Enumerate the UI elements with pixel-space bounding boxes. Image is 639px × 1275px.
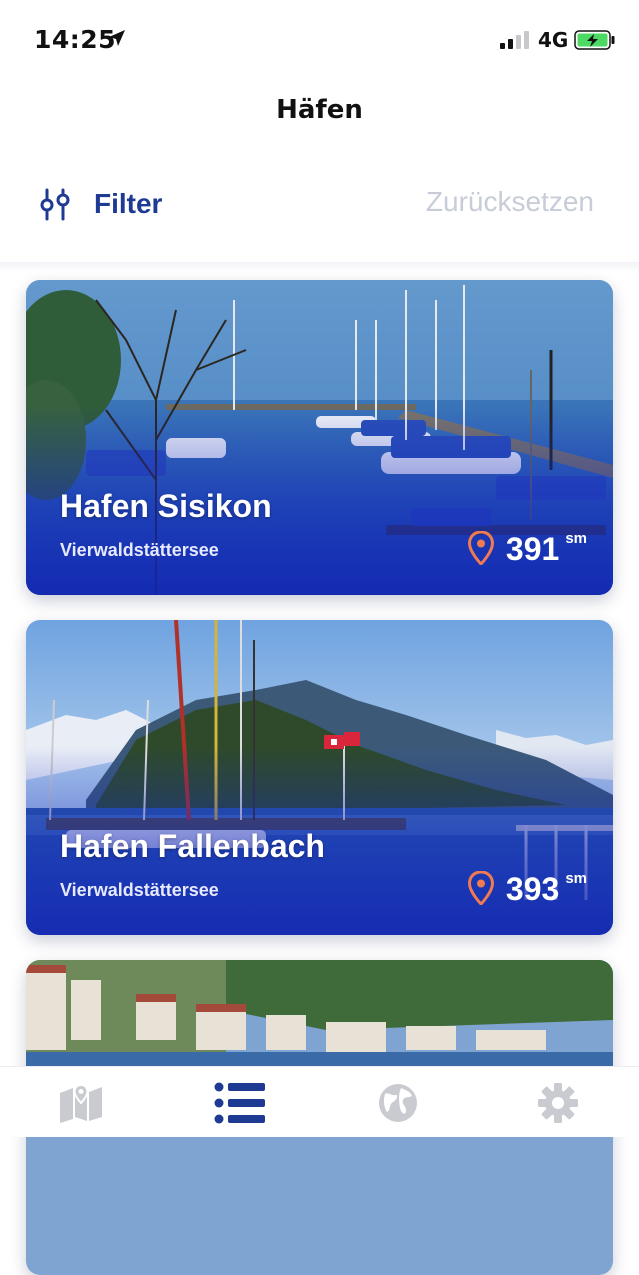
map-icon — [60, 1083, 102, 1123]
distance-unit: sm — [565, 530, 587, 547]
signal-icon — [500, 31, 532, 49]
tab-list[interactable] — [214, 1077, 266, 1129]
harbor-name: Hafen Sisikon — [60, 488, 272, 524]
tab-map[interactable] — [55, 1077, 107, 1129]
status-time: 14:25 — [34, 25, 117, 54]
gear-icon — [538, 1083, 578, 1123]
tab-settings[interactable] — [532, 1077, 584, 1129]
location-pin-icon — [467, 871, 494, 905]
harbor-lake: Vierwaldstättersee — [60, 540, 219, 560]
harbor-card[interactable]: Hafen Sisikon Vierwaldstättersee 391 sm — [26, 280, 613, 595]
reset-button[interactable]: Zurücksetzen — [426, 186, 594, 218]
harbor-name: Hafen Fallenbach — [60, 828, 325, 864]
status-bar: 14:25 4G — [0, 0, 639, 80]
distance-value: 393 — [505, 871, 560, 907]
filter-label: Filter — [94, 188, 163, 219]
distance-unit: sm — [565, 870, 587, 887]
page-title: Häfen — [276, 95, 363, 125]
harbor-distance: 393 sm — [467, 870, 587, 907]
filter-row: Filter Zurücksetzen — [0, 180, 639, 228]
distance-value: 391 — [505, 531, 560, 567]
filter-button[interactable]: Filter — [38, 180, 162, 228]
harbor-card[interactable]: Hafen Fallenbach Vierwaldstättersee 393 … — [26, 620, 613, 935]
harbor-lake: Vierwaldstättersee — [60, 880, 219, 900]
tab-globe[interactable] — [372, 1077, 424, 1129]
list-icon — [214, 1082, 265, 1124]
battery-icon — [574, 30, 615, 50]
globe-icon — [379, 1084, 417, 1122]
location-arrow-icon — [109, 30, 125, 46]
location-pin-icon — [467, 531, 494, 565]
header-divider — [0, 262, 639, 272]
tab-bar — [0, 1066, 639, 1137]
sliders-icon — [40, 188, 70, 221]
network-type: 4G — [538, 28, 569, 52]
harbor-distance: 391 sm — [467, 530, 587, 567]
